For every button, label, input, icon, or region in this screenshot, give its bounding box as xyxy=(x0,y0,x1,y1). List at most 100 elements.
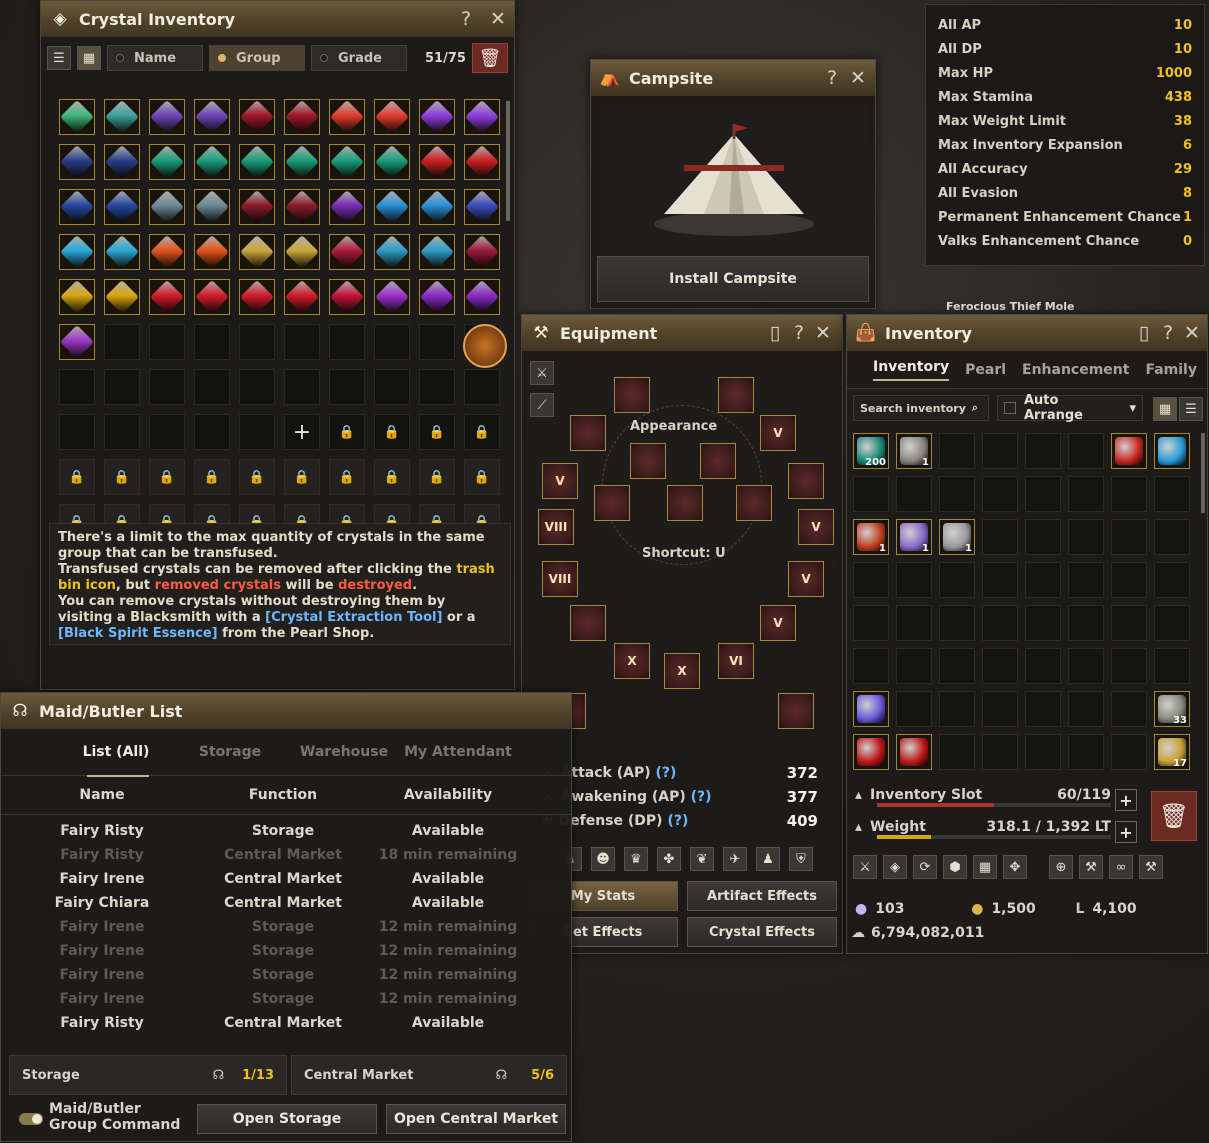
crystal-slot[interactable] xyxy=(104,279,140,315)
inventory-item[interactable] xyxy=(853,734,889,770)
crystal-effects-button[interactable]: Crystal Effects xyxy=(687,917,837,947)
empty-inventory-slot[interactable] xyxy=(1111,476,1147,512)
anvil-icon[interactable]: ⚒ xyxy=(1139,855,1163,879)
effect-pet-icon[interactable]: ❦ xyxy=(690,847,714,871)
empty-inventory-slot[interactable] xyxy=(1111,605,1147,641)
crystal-slot[interactable] xyxy=(194,234,230,270)
crystal-slot[interactable] xyxy=(239,279,275,315)
crystal-slot[interactable] xyxy=(419,279,455,315)
crystal-slot[interactable] xyxy=(59,99,95,135)
empty-inventory-slot[interactable] xyxy=(1025,476,1061,512)
effect-person-icon[interactable]: ♟ xyxy=(756,847,780,871)
search-input[interactable]: Search inventory ⌕ xyxy=(853,395,989,421)
empty-inventory-slot[interactable] xyxy=(982,605,1018,641)
bow-toggle-icon[interactable]: ⟋ xyxy=(530,393,554,417)
empty-crystal-slot[interactable] xyxy=(59,414,95,450)
empty-inventory-slot[interactable] xyxy=(1025,691,1061,727)
crystal-slot[interactable] xyxy=(329,99,365,135)
crystal-slot[interactable] xyxy=(284,279,320,315)
crystal-extraction-link[interactable]: [Crystal Extraction Tool] xyxy=(265,610,442,625)
equipment-slot[interactable]: V xyxy=(788,561,824,597)
empty-inventory-slot[interactable] xyxy=(853,476,889,512)
document-icon[interactable]: ▯ xyxy=(1133,322,1155,344)
empty-inventory-slot[interactable] xyxy=(853,562,889,598)
empty-crystal-slot[interactable] xyxy=(239,324,275,360)
empty-inventory-slot[interactable] xyxy=(1068,476,1104,512)
awakening-help[interactable]: (?) xyxy=(691,789,712,805)
crystal-slot[interactable] xyxy=(194,189,230,225)
empty-inventory-slot[interactable] xyxy=(896,691,932,727)
group-command-toggle[interactable] xyxy=(19,1113,43,1125)
empty-crystal-slot[interactable] xyxy=(149,414,185,450)
equipment-slot[interactable] xyxy=(570,415,606,451)
sword-enhance-icon[interactable]: ⚔ xyxy=(853,855,877,879)
empty-inventory-slot[interactable] xyxy=(1111,519,1147,555)
empty-inventory-slot[interactable] xyxy=(1154,519,1190,555)
campsite-titlebar[interactable]: ⛺ Campsite ? ✕ xyxy=(591,60,875,96)
effect-shield-icon[interactable]: ⛨ xyxy=(789,847,813,871)
trash-bin-icon[interactable]: 🗑 xyxy=(471,43,508,73)
crystal-slot[interactable] xyxy=(284,99,320,135)
empty-inventory-slot[interactable] xyxy=(1068,562,1104,598)
empty-inventory-slot[interactable] xyxy=(1025,433,1061,469)
crystal-slot[interactable] xyxy=(239,189,275,225)
empty-inventory-slot[interactable] xyxy=(853,605,889,641)
orb-icon[interactable]: ⊕ xyxy=(1049,855,1073,879)
empty-inventory-slot[interactable] xyxy=(939,648,975,684)
equipment-slot[interactable] xyxy=(630,443,666,479)
maid-row[interactable]: Fairy Irene Storage 12 min remaining xyxy=(1,939,571,963)
empty-inventory-slot[interactable] xyxy=(939,433,975,469)
crystal-slot[interactable] xyxy=(464,144,500,180)
crystal-slot[interactable] xyxy=(329,279,365,315)
cycle-icon[interactable]: ⟳ xyxy=(913,855,937,879)
empty-crystal-slot[interactable] xyxy=(239,369,275,405)
effect-paw-icon[interactable]: ✤ xyxy=(657,847,681,871)
crystal-slot[interactable] xyxy=(149,234,185,270)
attack-help[interactable]: (?) xyxy=(655,765,676,781)
equipment-slot[interactable]: VIII xyxy=(538,509,574,545)
hammer-icon[interactable]: ⚒ xyxy=(1079,855,1103,879)
help-button[interactable]: ? xyxy=(788,322,810,344)
empty-crystal-slot[interactable] xyxy=(329,324,365,360)
help-button[interactable]: ? xyxy=(1157,322,1179,344)
equipment-slot[interactable]: V xyxy=(760,415,796,451)
empty-inventory-slot[interactable] xyxy=(1154,648,1190,684)
maid-row[interactable]: Fairy Irene Storage 12 min remaining xyxy=(1,963,571,987)
crystal-slot[interactable] xyxy=(374,189,410,225)
grid-tool-icon[interactable]: ▦ xyxy=(973,855,997,879)
empty-crystal-slot[interactable] xyxy=(59,369,95,405)
equipment-slot[interactable]: VI xyxy=(718,643,754,679)
empty-inventory-slot[interactable] xyxy=(853,648,889,684)
empty-inventory-slot[interactable] xyxy=(1025,605,1061,641)
sort-group-radio[interactable]: Group xyxy=(209,45,305,71)
tab-list-all[interactable]: List (All) xyxy=(59,744,173,760)
inventory-titlebar[interactable]: 👜 Inventory ▯ ? ✕ xyxy=(847,315,1207,351)
equipment-slot[interactable]: V xyxy=(760,605,796,641)
crystal-slot[interactable] xyxy=(239,99,275,135)
hexagon-icon[interactable]: ⬢ xyxy=(943,855,967,879)
empty-crystal-slot[interactable] xyxy=(284,369,320,405)
crystal-slot[interactable] xyxy=(419,189,455,225)
document-icon[interactable]: ▯ xyxy=(764,322,786,344)
equipment-slot[interactable] xyxy=(736,485,772,521)
crystal-slot[interactable] xyxy=(419,234,455,270)
close-button[interactable]: ✕ xyxy=(847,67,869,89)
empty-inventory-slot[interactable] xyxy=(1068,734,1104,770)
empty-inventory-slot[interactable] xyxy=(1068,433,1104,469)
empty-inventory-slot[interactable] xyxy=(982,562,1018,598)
equipment-slot[interactable]: V xyxy=(798,509,834,545)
equipment-slot[interactable] xyxy=(594,485,630,521)
expand-slot-button[interactable]: + xyxy=(1115,789,1137,811)
empty-inventory-slot[interactable] xyxy=(1068,605,1104,641)
empty-inventory-slot[interactable] xyxy=(1154,476,1190,512)
inventory-item[interactable]: 1 xyxy=(896,519,932,555)
crystal-tool-icon[interactable]: ◈ xyxy=(883,855,907,879)
close-button[interactable]: ✕ xyxy=(1181,322,1203,344)
crystal-slot[interactable] xyxy=(194,99,230,135)
crystal-slot[interactable] xyxy=(374,144,410,180)
empty-inventory-slot[interactable] xyxy=(939,476,975,512)
maid-row[interactable]: Fairy Irene Storage 12 min remaining xyxy=(1,915,571,939)
tab-enhancement[interactable]: Enhancement xyxy=(1022,362,1129,378)
empty-crystal-slot[interactable] xyxy=(149,369,185,405)
empty-crystal-slot[interactable] xyxy=(194,369,230,405)
